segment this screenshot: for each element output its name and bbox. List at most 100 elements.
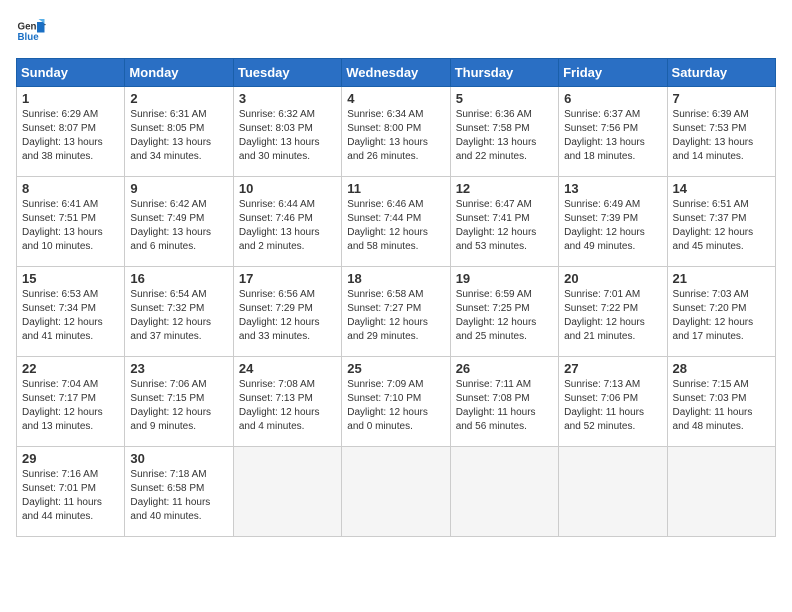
day-cell: 13 Sunrise: 6:49 AMSunset: 7:39 PMDayligh… bbox=[559, 177, 667, 267]
day-info: Sunrise: 6:37 AMSunset: 7:56 PMDaylight:… bbox=[564, 108, 661, 164]
day-number: 2 bbox=[130, 91, 227, 106]
svg-text:Blue: Blue bbox=[18, 32, 40, 43]
day-info: Sunrise: 6:44 AMSunset: 7:46 PMDaylight:… bbox=[239, 198, 336, 254]
day-cell: 16Sunrise: 6:54 AMSunset: 7:32 PMDayligh… bbox=[125, 267, 233, 357]
column-header-wednesday: Wednesday bbox=[342, 59, 450, 87]
day-cell: 18 Sunrise: 6:58 AMSunset: 7:27 PMDayligh… bbox=[342, 267, 450, 357]
day-info: Sunrise: 6:46 AMSunset: 7:44 PMDaylight:… bbox=[347, 198, 444, 254]
day-info: Sunrise: 6:31 AMSunset: 8:05 PMDaylight:… bbox=[130, 108, 227, 164]
day-number: 28 bbox=[673, 361, 770, 376]
day-number: 18 bbox=[347, 271, 444, 286]
day-info: Sunrise: 6:49 AMSunset: 7:39 PMDaylight:… bbox=[564, 198, 661, 254]
day-number: 8 bbox=[22, 181, 119, 196]
day-info: Sunrise: 6:39 AMSunset: 7:53 PMDaylight:… bbox=[673, 108, 770, 164]
week-row-5: 29 Sunrise: 7:16 AMSunset: 7:01 PMDayligh… bbox=[17, 447, 776, 537]
day-number: 3 bbox=[239, 91, 336, 106]
day-cell: 11 Sunrise: 6:46 AMSunset: 7:44 PMDayligh… bbox=[342, 177, 450, 267]
day-cell: 24 Sunrise: 7:08 AMSunset: 7:13 PMDayligh… bbox=[233, 357, 341, 447]
day-cell: 9 Sunrise: 6:42 AMSunset: 7:49 PMDaylight… bbox=[125, 177, 233, 267]
week-row-4: 22 Sunrise: 7:04 AMSunset: 7:17 PMDayligh… bbox=[17, 357, 776, 447]
day-number: 19 bbox=[456, 271, 553, 286]
day-info: Sunrise: 6:42 AMSunset: 7:49 PMDaylight:… bbox=[130, 198, 227, 254]
week-row-2: 8 Sunrise: 6:41 AMSunset: 7:51 PMDaylight… bbox=[17, 177, 776, 267]
day-info: Sunrise: 6:41 AMSunset: 7:51 PMDaylight:… bbox=[22, 198, 119, 254]
day-number: 4 bbox=[347, 91, 444, 106]
column-header-monday: Monday bbox=[125, 59, 233, 87]
day-info: Sunrise: 6:53 AMSunset: 7:34 PMDaylight:… bbox=[22, 288, 119, 344]
column-header-thursday: Thursday bbox=[450, 59, 558, 87]
day-info: Sunrise: 6:56 AMSunset: 7:29 PMDaylight:… bbox=[239, 288, 336, 344]
day-number: 6 bbox=[564, 91, 661, 106]
day-info: Sunrise: 7:09 AMSunset: 7:10 PMDaylight:… bbox=[347, 378, 444, 434]
day-info: Sunrise: 7:16 AMSunset: 7:01 PMDaylight:… bbox=[22, 468, 119, 524]
day-info: Sunrise: 6:47 AMSunset: 7:41 PMDaylight:… bbox=[456, 198, 553, 254]
day-info: Sunrise: 6:59 AMSunset: 7:25 PMDaylight:… bbox=[456, 288, 553, 344]
day-number: 25 bbox=[347, 361, 444, 376]
day-cell: 8 Sunrise: 6:41 AMSunset: 7:51 PMDaylight… bbox=[17, 177, 125, 267]
day-cell: 10 Sunrise: 6:44 AMSunset: 7:46 PMDayligh… bbox=[233, 177, 341, 267]
day-number: 23 bbox=[130, 361, 227, 376]
day-info: Sunrise: 6:29 AMSunset: 8:07 PMDaylight:… bbox=[22, 108, 119, 164]
day-number: 17 bbox=[239, 271, 336, 286]
day-number: 27 bbox=[564, 361, 661, 376]
column-header-tuesday: Tuesday bbox=[233, 59, 341, 87]
day-info: Sunrise: 7:11 AMSunset: 7:08 PMDaylight:… bbox=[456, 378, 553, 434]
day-info: Sunrise: 7:06 AMSunset: 7:15 PMDaylight:… bbox=[130, 378, 227, 434]
day-number: 21 bbox=[673, 271, 770, 286]
day-cell: 25 Sunrise: 7:09 AMSunset: 7:10 PMDayligh… bbox=[342, 357, 450, 447]
day-number: 1 bbox=[22, 91, 119, 106]
day-number: 15 bbox=[22, 271, 119, 286]
day-info: Sunrise: 6:58 AMSunset: 7:27 PMDaylight:… bbox=[347, 288, 444, 344]
day-cell bbox=[450, 447, 558, 537]
day-number: 9 bbox=[130, 181, 227, 196]
day-number: 10 bbox=[239, 181, 336, 196]
day-cell: 14 Sunrise: 6:51 AMSunset: 7:37 PMDayligh… bbox=[667, 177, 775, 267]
day-cell: 30Sunrise: 7:18 AMSunset: 6:58 PMDayligh… bbox=[125, 447, 233, 537]
day-cell bbox=[559, 447, 667, 537]
day-cell: 4 Sunrise: 6:34 AMSunset: 8:00 PMDaylight… bbox=[342, 87, 450, 177]
day-number: 12 bbox=[456, 181, 553, 196]
week-row-3: 15 Sunrise: 6:53 AMSunset: 7:34 PMDayligh… bbox=[17, 267, 776, 357]
day-number: 26 bbox=[456, 361, 553, 376]
day-number: 22 bbox=[22, 361, 119, 376]
calendar-table: SundayMondayTuesdayWednesdayThursdayFrid… bbox=[16, 58, 776, 537]
day-info: Sunrise: 6:51 AMSunset: 7:37 PMDaylight:… bbox=[673, 198, 770, 254]
day-info: Sunrise: 7:13 AMSunset: 7:06 PMDaylight:… bbox=[564, 378, 661, 434]
day-cell: 7Sunrise: 6:39 AMSunset: 7:53 PMDaylight… bbox=[667, 87, 775, 177]
day-cell bbox=[342, 447, 450, 537]
day-cell: 6 Sunrise: 6:37 AMSunset: 7:56 PMDaylight… bbox=[559, 87, 667, 177]
day-info: Sunrise: 6:36 AMSunset: 7:58 PMDaylight:… bbox=[456, 108, 553, 164]
day-info: Sunrise: 7:08 AMSunset: 7:13 PMDaylight:… bbox=[239, 378, 336, 434]
column-header-sunday: Sunday bbox=[17, 59, 125, 87]
page-header: General Blue bbox=[16, 16, 776, 46]
day-info: Sunrise: 6:34 AMSunset: 8:00 PMDaylight:… bbox=[347, 108, 444, 164]
column-header-friday: Friday bbox=[559, 59, 667, 87]
day-info: Sunrise: 7:01 AMSunset: 7:22 PMDaylight:… bbox=[564, 288, 661, 344]
day-number: 16 bbox=[130, 271, 227, 286]
day-number: 30 bbox=[130, 451, 227, 466]
day-number: 13 bbox=[564, 181, 661, 196]
column-header-saturday: Saturday bbox=[667, 59, 775, 87]
week-row-1: 1 Sunrise: 6:29 AMSunset: 8:07 PMDaylight… bbox=[17, 87, 776, 177]
day-cell bbox=[667, 447, 775, 537]
day-number: 24 bbox=[239, 361, 336, 376]
day-cell: 23 Sunrise: 7:06 AMSunset: 7:15 PMDayligh… bbox=[125, 357, 233, 447]
day-cell bbox=[233, 447, 341, 537]
day-cell: 1 Sunrise: 6:29 AMSunset: 8:07 PMDaylight… bbox=[17, 87, 125, 177]
day-number: 29 bbox=[22, 451, 119, 466]
day-number: 14 bbox=[673, 181, 770, 196]
day-number: 11 bbox=[347, 181, 444, 196]
day-info: Sunrise: 7:04 AMSunset: 7:17 PMDaylight:… bbox=[22, 378, 119, 434]
day-cell: 19 Sunrise: 6:59 AMSunset: 7:25 PMDayligh… bbox=[450, 267, 558, 357]
day-info: Sunrise: 6:32 AMSunset: 8:03 PMDaylight:… bbox=[239, 108, 336, 164]
header-row: SundayMondayTuesdayWednesdayThursdayFrid… bbox=[17, 59, 776, 87]
day-cell: 29 Sunrise: 7:16 AMSunset: 7:01 PMDayligh… bbox=[17, 447, 125, 537]
day-cell: 27 Sunrise: 7:13 AMSunset: 7:06 PMDayligh… bbox=[559, 357, 667, 447]
day-number: 20 bbox=[564, 271, 661, 286]
day-cell: 21Sunrise: 7:03 AMSunset: 7:20 PMDayligh… bbox=[667, 267, 775, 357]
logo-icon: General Blue bbox=[16, 16, 46, 46]
day-cell: 15 Sunrise: 6:53 AMSunset: 7:34 PMDayligh… bbox=[17, 267, 125, 357]
day-cell: 22 Sunrise: 7:04 AMSunset: 7:17 PMDayligh… bbox=[17, 357, 125, 447]
day-cell: 3 Sunrise: 6:32 AMSunset: 8:03 PMDaylight… bbox=[233, 87, 341, 177]
day-cell: 5Sunrise: 6:36 AMSunset: 7:58 PMDaylight… bbox=[450, 87, 558, 177]
